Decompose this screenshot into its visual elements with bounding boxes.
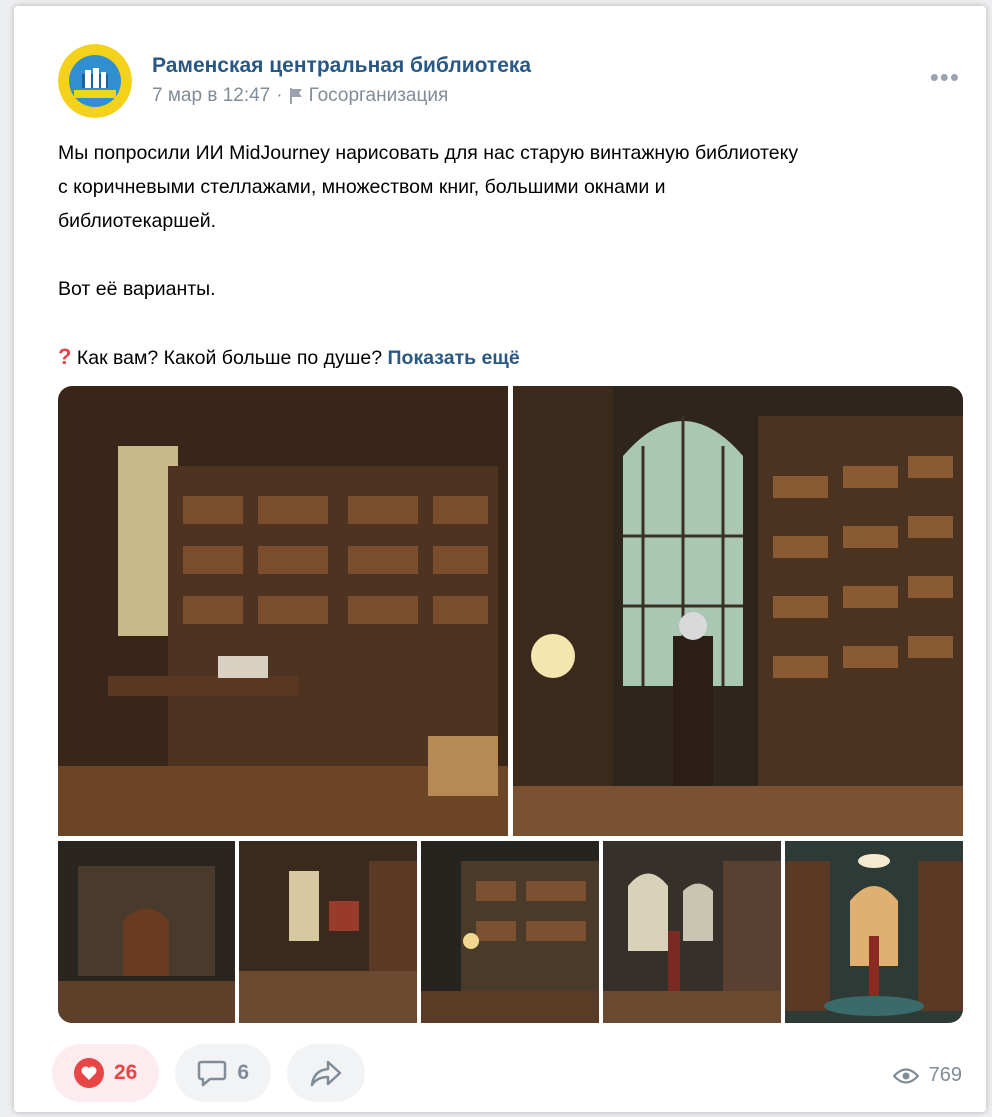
library-image-2[interactable]	[513, 386, 963, 836]
post-actions: 26 6	[52, 1044, 366, 1102]
text-line: Мы попросили ИИ MidJourney нарисовать дл…	[58, 142, 799, 164]
text-line: с коричневыми стеллажами, множеством кни…	[58, 176, 666, 198]
avatar[interactable]	[58, 44, 132, 118]
comments-count: 6	[237, 1061, 250, 1084]
photo-gallery	[58, 386, 963, 1023]
question-text: Как вам? Какой больше по душе?	[76, 347, 383, 369]
heart-icon	[74, 1058, 104, 1088]
flag-icon	[289, 88, 302, 104]
post-meta: 7 мар в 12:47 · Госорганизация	[152, 85, 448, 107]
more-icon[interactable]: •••	[930, 62, 960, 93]
library-image-5[interactable]	[421, 841, 599, 1023]
library-image-6[interactable]	[603, 841, 781, 1023]
post-date[interactable]: 7 мар в 12:47	[152, 85, 270, 107]
library-image-3[interactable]	[58, 841, 235, 1023]
show-more-link[interactable]: Показать ещё	[388, 347, 520, 369]
library-image-1[interactable]	[58, 386, 508, 836]
meta-separator: ·	[276, 85, 283, 106]
views-count: 769	[928, 1064, 962, 1086]
like-button[interactable]: 26	[52, 1044, 160, 1102]
avatar-logo	[58, 44, 132, 118]
comment-button[interactable]: 6	[175, 1044, 272, 1102]
question-line: ? Как вам? Какой больше по душе? Показат…	[58, 340, 963, 375]
org-type: Госорганизация	[308, 85, 449, 106]
likes-count: 26	[114, 1061, 138, 1084]
post-text: Мы попросили ИИ MidJourney нарисовать дл…	[58, 136, 963, 375]
eye-icon	[892, 1067, 919, 1084]
views-counter: 769	[892, 1064, 962, 1087]
text-variants: Вот её варианты.	[58, 278, 216, 300]
share-button[interactable]	[287, 1044, 366, 1102]
comment-icon	[198, 1060, 227, 1087]
author-name[interactable]: Раменская центральная библиотека	[152, 54, 531, 78]
text-line: библиотекаршей.	[58, 210, 217, 232]
share-icon	[310, 1060, 342, 1087]
question-icon: ?	[58, 344, 72, 369]
library-image-7[interactable]	[785, 841, 963, 1023]
post-card: Раменская центральная библиотека 7 мар в…	[14, 6, 986, 1112]
library-image-4[interactable]	[239, 841, 417, 1023]
